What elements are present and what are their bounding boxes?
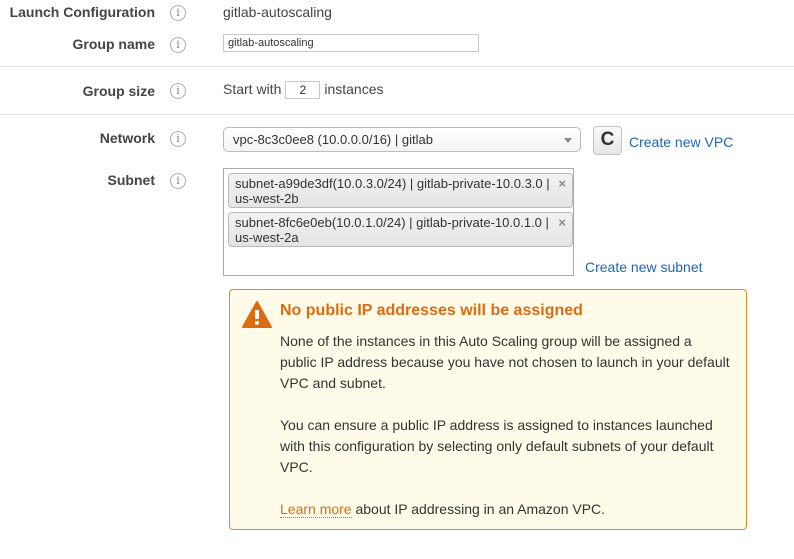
group-name-input[interactable]: gitlab-autoscaling	[223, 34, 479, 52]
alert-title: No public IP addresses will be assigned	[280, 302, 583, 319]
subnet-chip: subnet-8fc6e0eb(10.0.1.0/24) | gitlab-pr…	[228, 212, 573, 247]
alert-footer: Learn more about IP addressing in an Ama…	[280, 499, 730, 520]
network-selected-value: vpc-8c3c0ee8 (10.0.0.0/16) | gitlab	[233, 132, 433, 147]
subnet-chip-line2: us-west-2b	[235, 191, 299, 206]
refresh-icon: C	[600, 129, 615, 150]
group-size-label: Group size	[82, 83, 155, 99]
section-divider	[0, 66, 794, 67]
network-label: Network	[99, 130, 155, 146]
subnet-chip: subnet-a99de3df(10.0.3.0/24) | gitlab-pr…	[228, 173, 573, 208]
subnet-chip-line2: us-west-2a	[235, 230, 299, 245]
group-size-suffix: instances	[324, 81, 384, 97]
info-icon[interactable]: i	[170, 5, 186, 21]
group-size-input[interactable]: 2	[285, 81, 321, 100]
info-icon[interactable]: i	[170, 173, 186, 189]
refresh-button[interactable]: C	[593, 126, 622, 155]
subnet-chip-line1: subnet-8fc6e0eb(10.0.1.0/24) | gitlab-pr…	[235, 215, 549, 230]
group-size-prefix: Start with	[223, 81, 282, 97]
remove-icon[interactable]: ×	[558, 216, 566, 230]
info-icon[interactable]: i	[170, 131, 186, 147]
subnet-label: Subnet	[107, 172, 155, 188]
alert-paragraph: You can ensure a public IP address is as…	[280, 417, 714, 475]
subnet-chip-line1: subnet-a99de3df(10.0.3.0/24) | gitlab-pr…	[235, 176, 550, 191]
launch-configuration-value: gitlab-autoscaling	[223, 4, 332, 20]
info-icon[interactable]: i	[170, 83, 186, 99]
network-select[interactable]: vpc-8c3c0ee8 (10.0.0.0/16) | gitlab	[223, 127, 581, 152]
warning-alert: No public IP addresses will be assigned …	[229, 289, 747, 530]
remove-icon[interactable]: ×	[558, 177, 566, 191]
chevron-down-icon	[564, 138, 572, 143]
create-new-subnet-link[interactable]: Create new subnet	[585, 259, 703, 275]
learn-more-suffix: about IP addressing in an Amazon VPC.	[355, 501, 606, 517]
warning-icon	[242, 301, 272, 328]
learn-more-link[interactable]: Learn more	[280, 501, 352, 518]
launch-configuration-label: Launch Configuration	[9, 4, 155, 20]
group-size-row: Start with 2 instances	[223, 81, 384, 100]
subnet-multiselect[interactable]: subnet-a99de3df(10.0.3.0/24) | gitlab-pr…	[223, 168, 574, 276]
section-divider	[0, 114, 794, 115]
alert-paragraph: None of the instances in this Auto Scali…	[280, 333, 730, 391]
info-icon[interactable]: i	[170, 37, 186, 53]
group-name-label: Group name	[72, 36, 155, 52]
create-new-vpc-link[interactable]: Create new VPC	[629, 134, 733, 150]
